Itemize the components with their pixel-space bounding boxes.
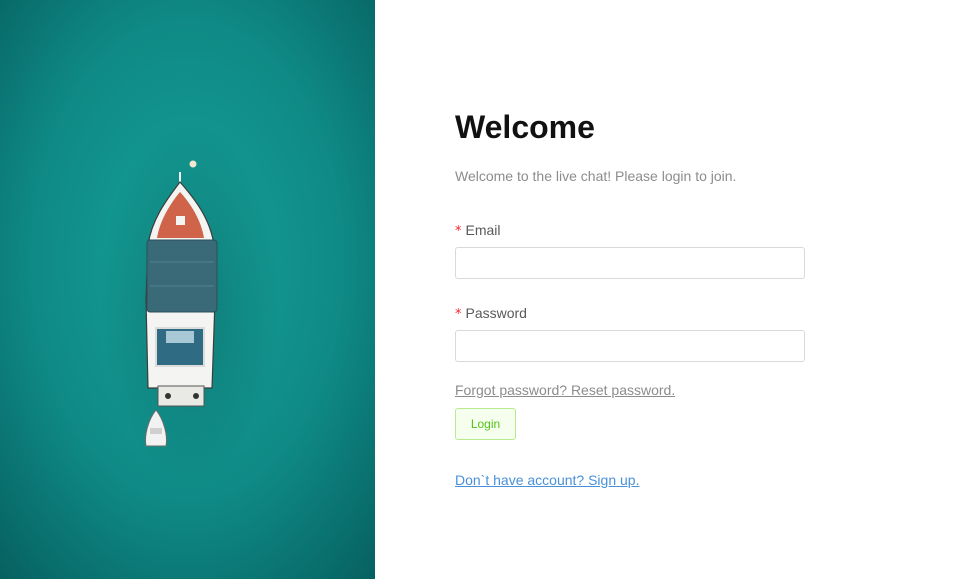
page-subtitle: Welcome to the live chat! Please login t… (455, 168, 737, 184)
login-page: Welcome Welcome to the live chat! Please… (0, 0, 977, 579)
email-label-text: Email (465, 222, 501, 238)
signup-link[interactable]: Don`t have account? Sign up. (455, 471, 639, 489)
boat-photo (0, 0, 375, 579)
password-label: * Password (455, 304, 527, 324)
login-button[interactable]: Login (455, 408, 516, 440)
password-field[interactable] (455, 330, 805, 362)
required-mark: * (455, 307, 462, 322)
login-panel: Welcome Welcome to the live chat! Please… (375, 0, 977, 579)
email-label: * Email (455, 221, 501, 241)
email-field[interactable] (455, 247, 805, 279)
forgot-password-link[interactable]: Forgot password? Reset password. (455, 381, 675, 399)
hero-image (0, 0, 375, 579)
page-title: Welcome (455, 109, 595, 145)
password-label-text: Password (465, 305, 527, 321)
required-mark: * (455, 224, 462, 239)
